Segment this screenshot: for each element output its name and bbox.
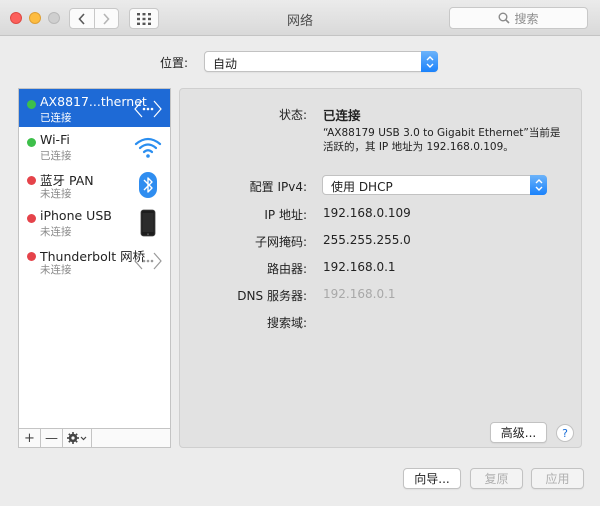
thunderbolt-bridge-icon: [134, 247, 162, 275]
service-name: AX8817...thernet: [40, 94, 147, 109]
service-status: 未连接: [40, 264, 72, 276]
service-list-toolbar: + —: [18, 429, 171, 448]
location-label: 位置:: [160, 56, 189, 70]
ipv4-select-stepper: [530, 175, 547, 195]
chevron-up-down-icon: [535, 179, 542, 191]
iphone-icon: [134, 209, 162, 237]
status-dot: [27, 214, 36, 223]
service-status: 未连接: [40, 188, 72, 200]
assist-me-button[interactable]: 向导...: [403, 468, 461, 489]
status-description: “AX88179 USB 3.0 to Gigabit Ethernet”当前是…: [323, 126, 563, 154]
location-value: 自动: [213, 57, 238, 71]
service-item-wifi[interactable]: Wi-Fi 已连接: [19, 127, 170, 165]
service-status: 未连接: [40, 226, 72, 238]
status-dot: [27, 138, 36, 147]
service-name: iPhone USB: [40, 208, 112, 223]
title-bar: 网络 搜索: [0, 0, 600, 36]
dns-server-label: DNS 服务器:: [237, 289, 307, 303]
status-value: 已连接: [323, 108, 361, 123]
add-service-button[interactable]: +: [19, 429, 41, 447]
router-value: 192.168.0.1: [323, 260, 396, 274]
service-item-thunderbolt-bridge[interactable]: Thunderbolt 网桥 未连接: [19, 241, 170, 279]
status-dot: [27, 252, 36, 261]
ip-address-value: 192.168.0.109: [323, 206, 411, 220]
status-label: 状态:: [278, 108, 307, 122]
location-select-stepper: [421, 51, 438, 72]
status-dot: [27, 176, 36, 185]
advanced-button[interactable]: 高级...: [490, 422, 547, 443]
service-name: Wi-Fi: [40, 132, 70, 147]
service-status: 已连接: [40, 112, 72, 124]
ipv4-config-select[interactable]: 使用 DHCP: [322, 175, 547, 195]
ethernet-icon: [134, 95, 162, 123]
search-domain-label: 搜索域:: [266, 316, 307, 330]
revert-button[interactable]: 复原: [470, 468, 523, 489]
service-item-ethernet[interactable]: AX8817...thernet 已连接: [19, 89, 170, 127]
search-placeholder: 搜索: [514, 11, 539, 26]
service-item-iphone-usb[interactable]: iPhone USB 未连接: [19, 203, 170, 241]
search-field[interactable]: 搜索: [449, 7, 588, 29]
service-status: 已连接: [40, 150, 72, 162]
ipv4-config-value: 使用 DHCP: [331, 180, 393, 194]
action-menu-button[interactable]: [63, 429, 92, 447]
subnet-mask-value: 255.255.255.0: [323, 233, 411, 247]
apply-button[interactable]: 应用: [531, 468, 584, 489]
ip-address-label: IP 地址:: [264, 208, 307, 222]
chevron-up-down-icon: [426, 55, 433, 68]
status-description-line: 活跃的，其 IP 地址为 192.168.0.109。: [323, 141, 514, 153]
location-select[interactable]: 自动: [204, 51, 438, 72]
search-icon: [498, 12, 511, 24]
remove-service-button[interactable]: —: [41, 429, 63, 447]
dns-server-value: 192.168.0.1: [323, 287, 396, 301]
subnet-mask-label: 子网掩码:: [254, 235, 307, 249]
gear-icon: [67, 432, 87, 444]
detail-panel: 状态: 已连接 “AX88179 USB 3.0 to Gigabit Ethe…: [179, 88, 582, 448]
wifi-icon: [134, 133, 162, 161]
help-button[interactable]: ?: [556, 424, 574, 442]
bluetooth-icon: [134, 171, 162, 199]
service-list: AX8817...thernet 已连接 Wi-Fi 已连接 蓝牙 PAN 未连…: [18, 88, 171, 429]
status-description-line: “AX88179 USB 3.0 to Gigabit Ethernet”当前是: [323, 127, 561, 139]
status-dot: [27, 100, 36, 109]
ipv4-config-label: 配置 IPv4:: [249, 180, 307, 194]
service-item-bluetooth-pan[interactable]: 蓝牙 PAN 未连接: [19, 165, 170, 203]
router-label: 路由器:: [266, 262, 307, 276]
